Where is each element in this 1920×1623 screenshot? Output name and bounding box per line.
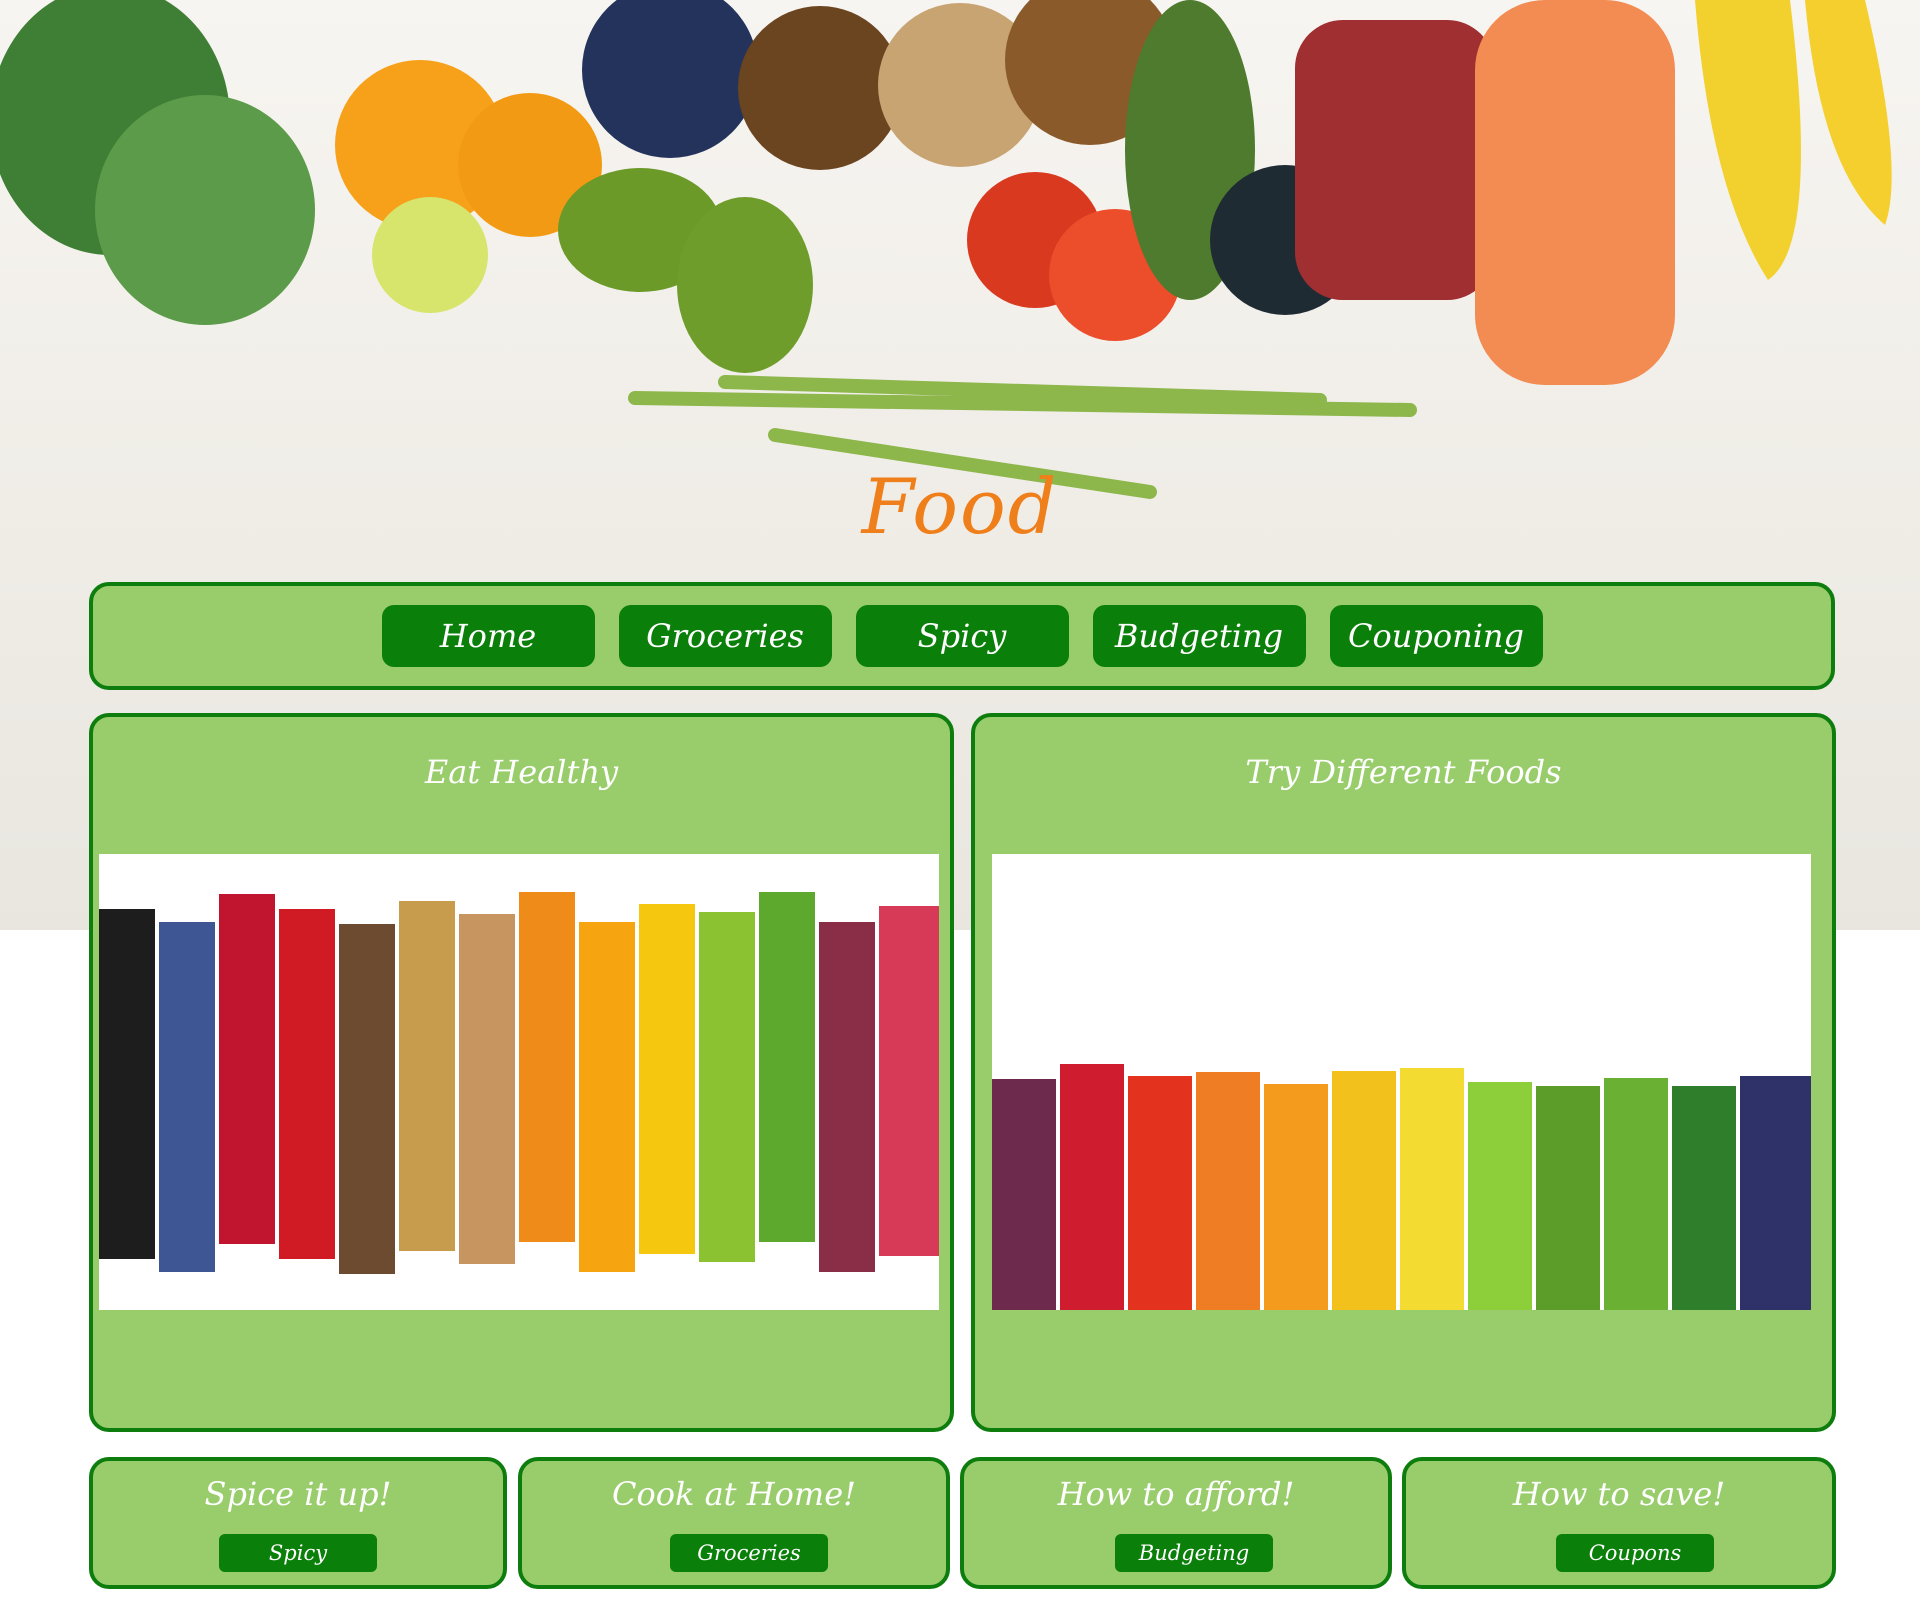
site-title: Food <box>861 462 1059 551</box>
cook-at-home-card: Cook at Home! Groceries <box>518 1457 950 1589</box>
nav-groceries-button[interactable]: Groceries <box>618 605 832 667</box>
coupons-button[interactable]: Coupons <box>1556 1534 1714 1572</box>
card-title-how-to-save: How to save! <box>1512 1475 1726 1513</box>
budgeting-button[interactable]: Budgeting <box>1115 1534 1273 1572</box>
main-navigation: Home Groceries Spicy Budgeting Couponing <box>89 582 1835 690</box>
nav-home-button[interactable]: Home <box>381 605 595 667</box>
nav-couponing-button[interactable]: Couponing <box>1329 605 1543 667</box>
healthy-foods-collage <box>99 854 939 1310</box>
nav-budgeting-button[interactable]: Budgeting <box>1092 605 1306 667</box>
panel-title-try-different-foods: Try Different Foods <box>1245 753 1562 791</box>
eat-healthy-panel: Eat Healthy <box>89 713 954 1432</box>
card-title-spice: Spice it up! <box>204 1475 392 1513</box>
how-to-afford-card: How to afford! Budgeting <box>960 1457 1392 1589</box>
spicy-button[interactable]: Spicy <box>219 1534 377 1572</box>
card-title-cook-at-home: Cook at Home! <box>612 1475 856 1513</box>
how-to-save-card: How to save! Coupons <box>1402 1457 1836 1589</box>
card-title-how-to-afford: How to afford! <box>1057 1475 1295 1513</box>
panel-title-eat-healthy: Eat Healthy <box>424 753 619 791</box>
try-different-foods-panel: Try Different Foods <box>971 713 1836 1432</box>
nav-spicy-button[interactable]: Spicy <box>855 605 1069 667</box>
spice-it-up-card: Spice it up! Spicy <box>89 1457 507 1589</box>
groceries-button[interactable]: Groceries <box>670 1534 828 1572</box>
colorful-foods-collage <box>992 854 1811 1310</box>
